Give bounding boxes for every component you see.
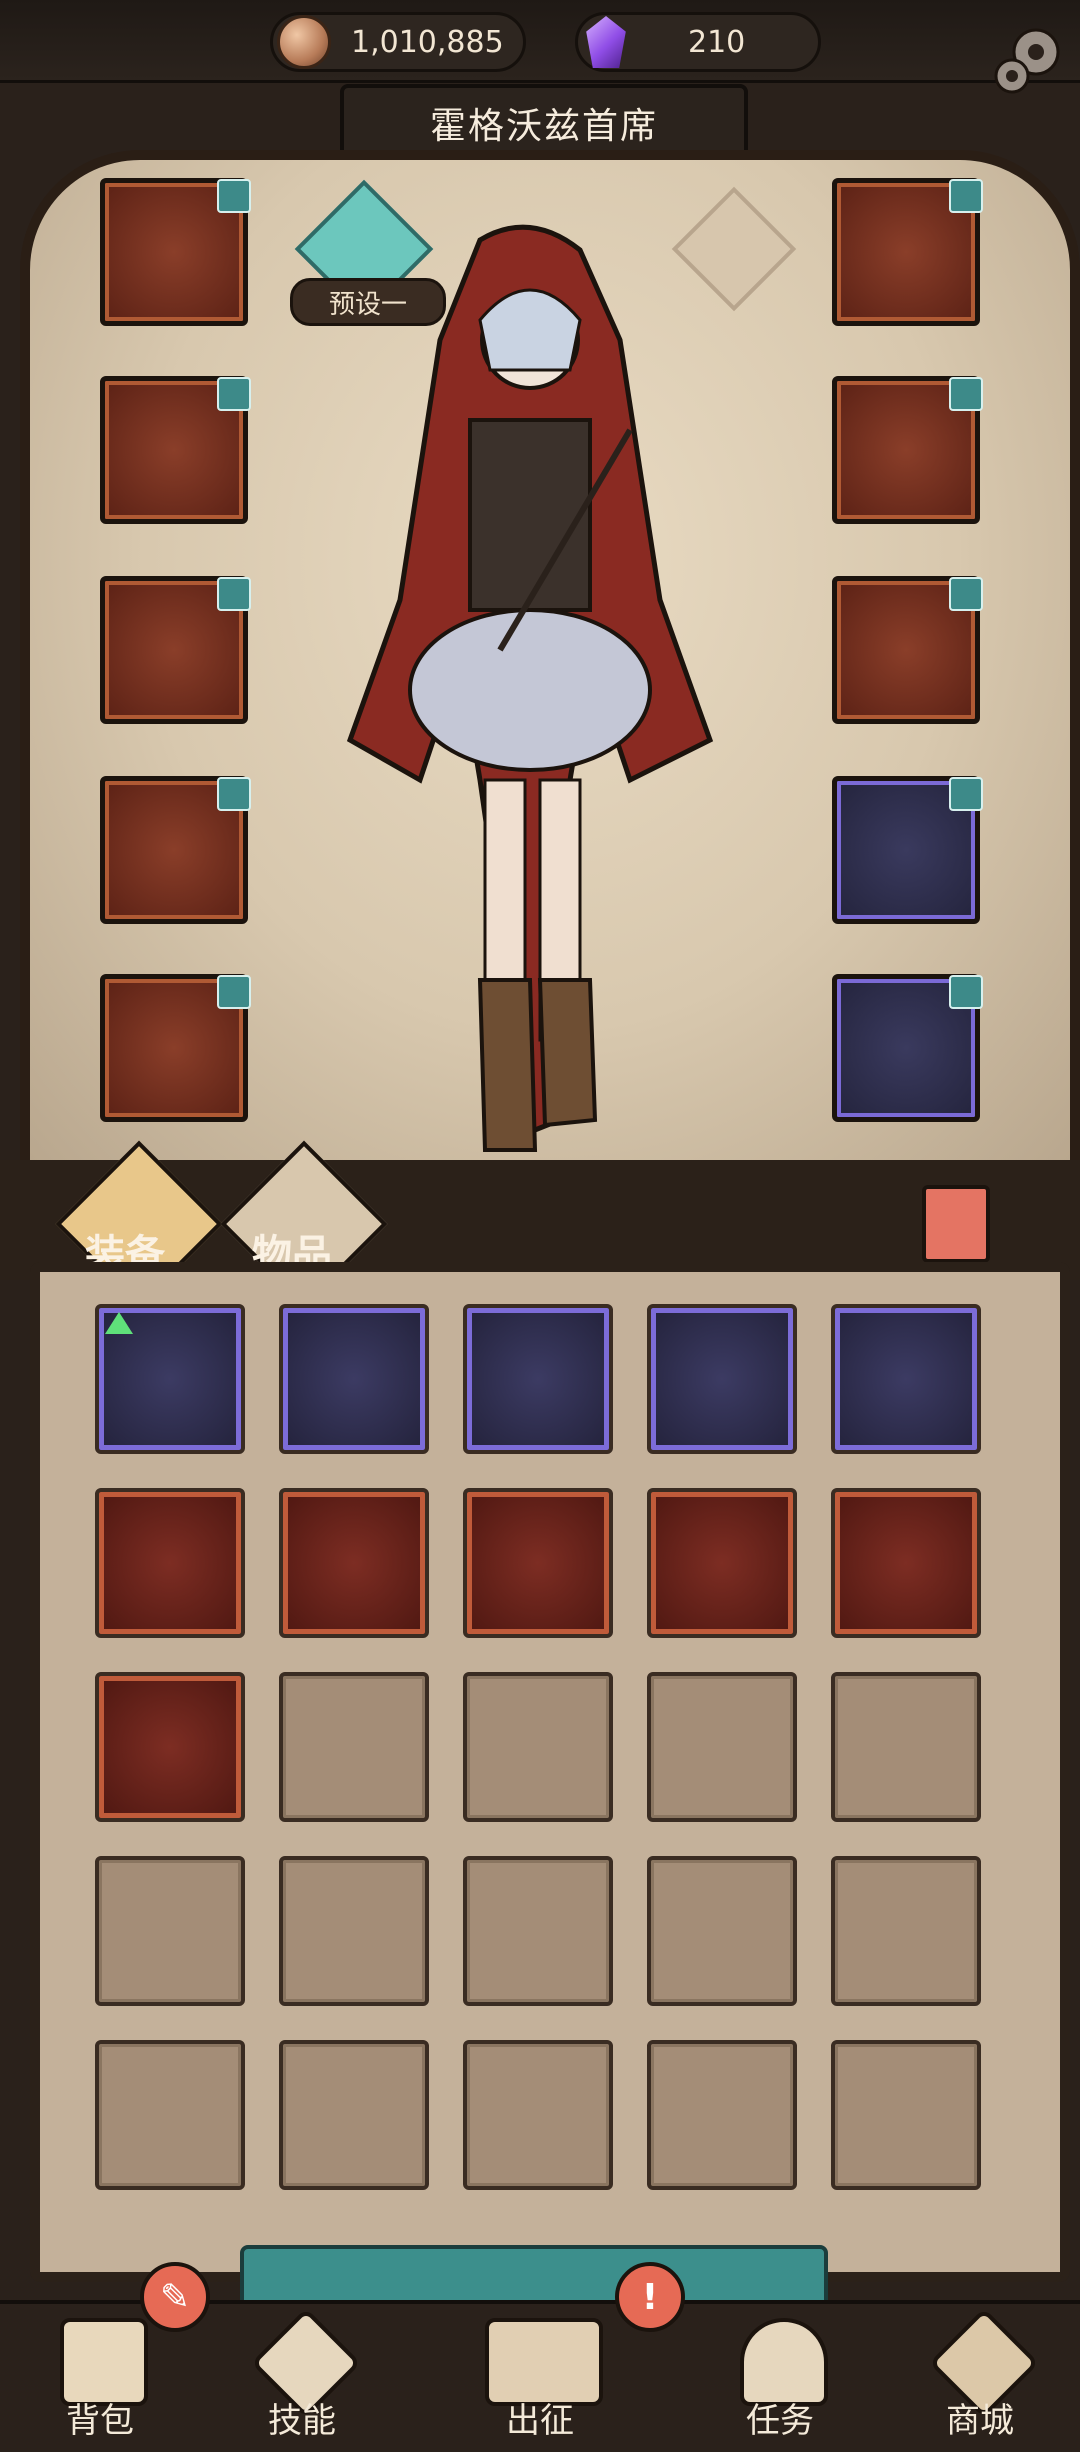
nav-backpack[interactable]: 背包	[20, 2310, 180, 2448]
level-badge	[949, 179, 983, 213]
level-badge	[949, 975, 983, 1009]
level-badge	[217, 577, 251, 611]
level-badge	[217, 179, 251, 213]
gem-counter: 210	[575, 12, 821, 72]
trash-icon[interactable]	[922, 1185, 990, 1263]
level-badge	[949, 577, 983, 611]
inventory-slot-empty[interactable]	[95, 2040, 245, 2190]
equip-slot-gloves[interactable]	[100, 576, 251, 724]
upgrade-arrow-icon	[105, 1312, 133, 1334]
nav-label-shop: 商城	[946, 2401, 1014, 2441]
nav-quests[interactable]: 任务	[700, 2310, 860, 2448]
alert-icon: !	[615, 2262, 685, 2332]
inventory-slot-empty[interactable]	[647, 2040, 797, 2190]
inventory-slot[interactable]	[95, 1304, 245, 1454]
character-title: 霍格沃兹首席	[429, 106, 658, 147]
inventory-slot[interactable]	[647, 1304, 797, 1454]
equip-slot-ring-1[interactable]	[832, 376, 983, 524]
inventory-slot-empty[interactable]	[463, 1672, 613, 1822]
hero-character	[346, 224, 714, 1152]
coin-icon	[277, 15, 331, 69]
level-badge	[949, 377, 983, 411]
inventory-slot-empty[interactable]	[647, 1856, 797, 2006]
gem-value: 210	[688, 24, 746, 60]
inventory-slot[interactable]	[95, 1672, 245, 1822]
equip-slot-weapon[interactable]	[832, 776, 983, 924]
coin-value: 1,010,885	[351, 24, 504, 60]
inventory-slot-empty[interactable]	[279, 2040, 429, 2190]
equip-slot-cape[interactable]	[100, 376, 251, 524]
equip-slot-pants[interactable]	[100, 776, 251, 924]
inventory-slot-empty[interactable]	[463, 2040, 613, 2190]
inventory-slot-empty[interactable]	[647, 1672, 797, 1822]
gear-icon[interactable]	[986, 18, 1070, 102]
equip-slot-boots[interactable]	[100, 974, 251, 1122]
inventory-slot-empty[interactable]	[95, 1856, 245, 2006]
coin-counter: 1,010,885	[270, 12, 526, 72]
inventory-slot[interactable]	[279, 1488, 429, 1638]
nav-label-skills: 技能	[268, 2401, 336, 2441]
inventory-slot[interactable]	[279, 1304, 429, 1454]
inventory-slot[interactable]	[831, 1488, 981, 1638]
gem-icon	[586, 16, 626, 68]
inventory-slot-empty[interactable]	[279, 1672, 429, 1822]
level-badge	[217, 975, 251, 1009]
nav-expedition[interactable]: 出征	[460, 2310, 620, 2448]
nav-skills[interactable]: 技能	[222, 2307, 382, 2448]
nav-label-backpack: 背包	[66, 2401, 134, 2441]
top-bar	[0, 0, 1080, 83]
equip-slot-amulet[interactable]	[832, 178, 983, 326]
level-badge	[217, 377, 251, 411]
level-badge	[949, 777, 983, 811]
level-badge	[217, 777, 251, 811]
inventory-slot[interactable]	[647, 1488, 797, 1638]
inventory-slot[interactable]	[463, 1304, 613, 1454]
inventory-slot[interactable]	[95, 1488, 245, 1638]
nav-label-expedition: 出征	[506, 2401, 574, 2441]
notification-badge-icon: ✎	[140, 2262, 210, 2332]
inventory-slot-empty[interactable]	[831, 2040, 981, 2190]
equip-slot-ring-2[interactable]	[832, 576, 983, 724]
equip-slot-hood[interactable]	[100, 178, 251, 326]
nav-shop[interactable]: 商城	[900, 2307, 1060, 2448]
inventory-slot-empty[interactable]	[463, 1856, 613, 2006]
inventory-slot-empty[interactable]	[279, 1856, 429, 2006]
inventory-slot-empty[interactable]	[831, 1672, 981, 1822]
inventory-slot-empty[interactable]	[831, 1856, 981, 2006]
inventory-slot[interactable]	[831, 1304, 981, 1454]
equip-slot-offhand[interactable]	[832, 974, 983, 1122]
inventory-slot[interactable]	[463, 1488, 613, 1638]
nav-label-quests: 任务	[746, 2401, 814, 2441]
